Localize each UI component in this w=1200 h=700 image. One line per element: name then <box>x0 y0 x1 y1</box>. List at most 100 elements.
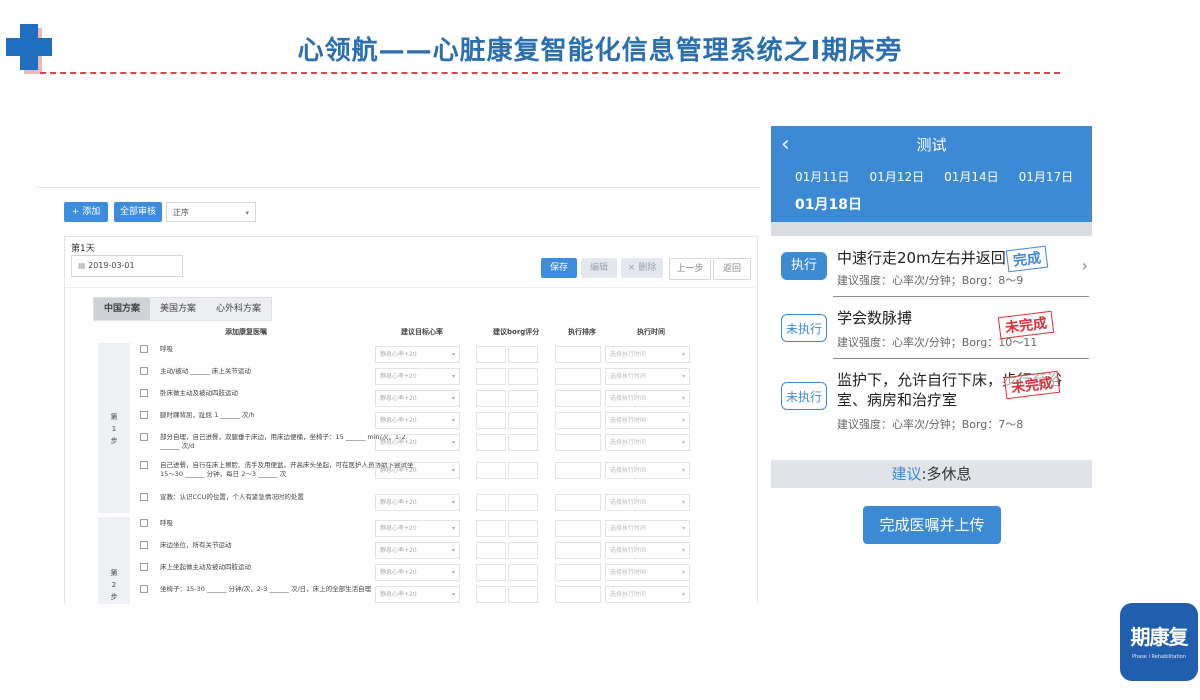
status-stamp: 未完成 <box>997 310 1055 340</box>
task-item[interactable]: 未执行 学会数脉搏 建议强度：心率次/分钟；Borg：10～11 未完成 <box>771 298 1092 360</box>
exec-time-select[interactable]: 选择执行时间 ▾ <box>605 586 690 603</box>
row-checkbox[interactable] <box>140 411 148 419</box>
borg-max-input[interactable] <box>508 368 538 385</box>
order-input[interactable] <box>555 586 601 603</box>
date-tab[interactable]: 01月12日 <box>870 168 925 185</box>
chevron-down-icon: ▾ <box>451 499 455 506</box>
chevron-down-icon: ▾ <box>451 525 455 532</box>
target-hr-select[interactable]: 静息心率+20 ▾ <box>375 462 460 479</box>
borg-max-input[interactable] <box>508 494 538 511</box>
target-hr-select[interactable]: 静息心率+20 ▾ <box>375 586 460 603</box>
row-checkbox[interactable] <box>140 461 148 469</box>
exec-time-select[interactable]: 选择执行时间 ▾ <box>605 564 690 581</box>
target-hr-select[interactable]: 静息心率+20 ▾ <box>375 494 460 511</box>
selected-date[interactable]: 01月18日 <box>795 194 862 214</box>
row-checkbox[interactable] <box>140 519 148 527</box>
exec-time-value: 选择执行时间 <box>610 591 647 598</box>
date-tab[interactable]: 01月14日 <box>944 168 999 185</box>
borg-max-input[interactable] <box>508 586 538 603</box>
chevron-down-icon: ▾ <box>451 547 455 554</box>
borg-min-input[interactable] <box>476 368 506 385</box>
exec-time-select[interactable]: 选择执行时间 ▾ <box>605 462 690 479</box>
borg-min-input[interactable] <box>476 390 506 407</box>
target-hr-value: 静息心率+20 <box>380 373 417 380</box>
order-input[interactable] <box>555 564 601 581</box>
borg-max-input[interactable] <box>508 390 538 407</box>
row-checkbox[interactable] <box>140 345 148 353</box>
borg-min-input[interactable] <box>476 412 506 429</box>
row-checkbox[interactable] <box>140 433 148 441</box>
borg-max-input[interactable] <box>508 462 538 479</box>
target-hr-select[interactable]: 静息心率+20 ▾ <box>375 520 460 537</box>
exec-time-select[interactable]: 选择执行时间 ▾ <box>605 412 690 429</box>
task-item[interactable]: 未执行 监护下，允许自行下床，步行至浴室、病房和治疗室 建议强度：心率次/分钟；… <box>771 360 1092 460</box>
target-hr-select[interactable]: 静息心率+20 ▾ <box>375 412 460 429</box>
order-input[interactable] <box>555 494 601 511</box>
borg-max-input[interactable] <box>508 412 538 429</box>
tab-cardiac-surgery-plan[interactable]: 心外科方案 <box>206 298 271 320</box>
edit-button[interactable]: 编辑 <box>581 258 617 278</box>
exec-time-select[interactable]: 选择执行时间 ▾ <box>605 368 690 385</box>
target-hr-select[interactable]: 静息心率+20 ▾ <box>375 564 460 581</box>
exec-time-select[interactable]: 选择执行时间 ▾ <box>605 346 690 363</box>
complete-upload-button[interactable]: 完成医嘱并上传 <box>863 506 1001 544</box>
borg-min-input[interactable] <box>476 520 506 537</box>
target-hr-select[interactable]: 静息心率+20 ▾ <box>375 542 460 559</box>
exec-time-select[interactable]: 选择执行时间 ▾ <box>605 494 690 511</box>
add-button[interactable]: + 添加 <box>64 202 108 222</box>
save-button[interactable]: 保存 <box>541 258 577 278</box>
chevron-down-icon: ▾ <box>681 373 685 380</box>
tab-us-plan[interactable]: 美国方案 <box>150 298 206 320</box>
borg-min-input[interactable] <box>476 462 506 479</box>
borg-min-input[interactable] <box>476 542 506 559</box>
date-field[interactable]: ▦ 2019-03-01 <box>71 255 183 277</box>
target-hr-select[interactable]: 静息心率+20 ▾ <box>375 368 460 385</box>
borg-min-input[interactable] <box>476 434 506 451</box>
review-all-button[interactable]: 全部审核 <box>114 202 162 222</box>
chevron-down-icon: ▾ <box>451 467 455 474</box>
borg-min-input[interactable] <box>476 494 506 511</box>
row-checkbox[interactable] <box>140 585 148 593</box>
execute-tag[interactable]: 执行 <box>781 252 827 280</box>
borg-max-input[interactable] <box>508 434 538 451</box>
order-input[interactable] <box>555 434 601 451</box>
exec-time-select[interactable]: 选择执行时间 ▾ <box>605 542 690 559</box>
order-input[interactable] <box>555 542 601 559</box>
borg-max-input[interactable] <box>508 542 538 559</box>
date-tab[interactable]: 01月17日 <box>1019 168 1074 185</box>
row-checkbox[interactable] <box>140 389 148 397</box>
borg-min-input[interactable] <box>476 346 506 363</box>
not-executed-tag[interactable]: 未执行 <box>781 382 827 410</box>
exec-time-select[interactable]: 选择执行时间 ▾ <box>605 434 690 451</box>
tab-china-plan[interactable]: 中国方案 <box>94 298 151 320</box>
row-checkbox[interactable] <box>140 563 148 571</box>
target-hr-select[interactable]: 静息心率+20 ▾ <box>375 434 460 451</box>
order-input[interactable] <box>555 412 601 429</box>
delete-button[interactable]: × 删除 <box>621 258 663 278</box>
row-checkbox[interactable] <box>140 541 148 549</box>
borg-max-input[interactable] <box>508 520 538 537</box>
target-hr-select[interactable]: 静息心率+20 ▾ <box>375 346 460 363</box>
row-checkbox[interactable] <box>140 493 148 501</box>
prev-step-button[interactable]: 上一步 <box>669 258 711 280</box>
borg-min-input[interactable] <box>476 564 506 581</box>
order-input[interactable] <box>555 390 601 407</box>
order-input[interactable] <box>555 346 601 363</box>
borg-max-input[interactable] <box>508 564 538 581</box>
row-checkbox[interactable] <box>140 367 148 375</box>
target-hr-value: 静息心率+20 <box>380 569 417 576</box>
date-tab[interactable]: 01月11日 <box>795 168 850 185</box>
sort-select[interactable]: 正序 ▾ <box>166 202 256 222</box>
back-button[interactable]: 返回 <box>713 258 751 280</box>
order-input[interactable] <box>555 368 601 385</box>
target-hr-select[interactable]: 静息心率+20 ▾ <box>375 390 460 407</box>
borg-min-input[interactable] <box>476 586 506 603</box>
borg-max-input[interactable] <box>508 346 538 363</box>
exec-time-select[interactable]: 选择执行时间 ▾ <box>605 390 690 407</box>
task-item[interactable]: 执行 中速行走20m左右并返回 建议强度：心率次/分钟；Borg：8～9 完成 … <box>771 236 1092 298</box>
advice-text: :多休息 <box>921 465 972 483</box>
order-input[interactable] <box>555 520 601 537</box>
exec-time-select[interactable]: 选择执行时间 ▾ <box>605 520 690 537</box>
not-executed-tag[interactable]: 未执行 <box>781 314 827 342</box>
order-input[interactable] <box>555 462 601 479</box>
